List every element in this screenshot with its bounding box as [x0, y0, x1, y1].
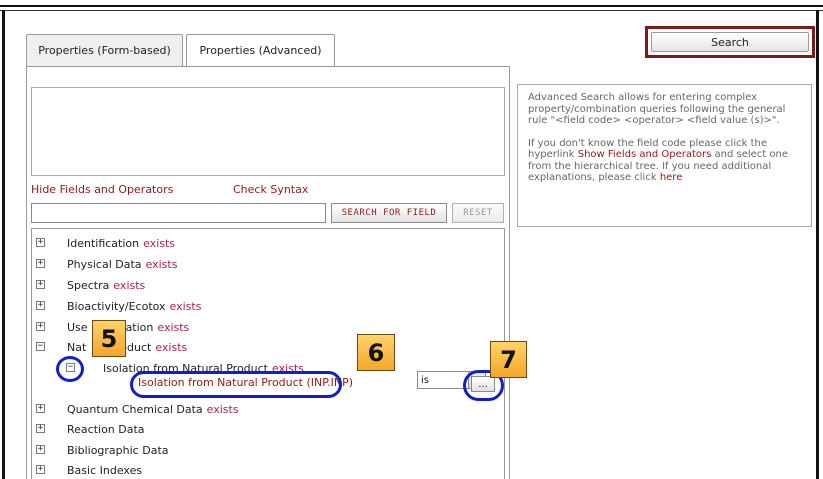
- tree-item-quantum[interactable]: + Quantum Chemical Data exists: [36, 399, 239, 419]
- callout-step-6: 6: [357, 334, 395, 371]
- expand-icon[interactable]: +: [36, 424, 45, 433]
- help-box: Advanced Search allows for entering comp…: [517, 84, 812, 227]
- tree-item-spectra[interactable]: + Spectra exists: [36, 275, 145, 295]
- search-button[interactable]: Search: [651, 32, 809, 52]
- operator-select[interactable]: is: [417, 371, 469, 389]
- tree-item-label: Bioactivity/Ecotox: [67, 299, 166, 313]
- tab-properties-advanced[interactable]: Properties (Advanced): [186, 34, 335, 68]
- tree-item-label: Basic Indexes: [67, 463, 143, 477]
- tree-item-label: Use: [67, 320, 88, 334]
- exists-operator[interactable]: exists: [155, 341, 187, 354]
- tree-item-label: Reaction Data: [67, 422, 145, 436]
- search-for-field-button[interactable]: SEARCH FOR FIELD: [331, 203, 447, 223]
- tree-item-label-tail: ation: [125, 320, 154, 334]
- exists-operator[interactable]: exists: [272, 362, 304, 375]
- exists-operator[interactable]: exists: [146, 258, 178, 271]
- tree-item-isolation[interactable]: − Isolation from Natural Product exists: [66, 358, 304, 378]
- callout-step-7: 7: [490, 341, 527, 378]
- collapse-icon[interactable]: −: [66, 363, 75, 372]
- show-fields-link[interactable]: Show Fields and Operators: [578, 149, 712, 160]
- check-syntax-link[interactable]: Check Syntax: [233, 183, 308, 196]
- tree-item-bibliographic[interactable]: + Bibliographic Data: [36, 440, 169, 460]
- tab-properties-form-based[interactable]: Properties (Form-based): [26, 34, 183, 66]
- tree-item-label: Spectra: [67, 278, 110, 292]
- tree-item-reaction-data[interactable]: + Reaction Data: [36, 419, 145, 439]
- callout-step-5: 5: [92, 320, 126, 357]
- expand-icon[interactable]: +: [36, 259, 45, 268]
- exists-operator[interactable]: exists: [170, 300, 202, 313]
- expand-icon[interactable]: +: [36, 280, 45, 289]
- search-button-highlight: Search: [645, 26, 815, 58]
- field-search-input[interactable]: [31, 203, 326, 223]
- tree-item-basic-indexes[interactable]: + Basic Indexes: [36, 460, 142, 479]
- expand-icon[interactable]: +: [36, 465, 45, 474]
- window-right-border: [816, 10, 819, 479]
- expand-icon[interactable]: +: [36, 445, 45, 454]
- help-here-link[interactable]: here: [660, 172, 683, 183]
- window-top-border: [0, 5, 823, 7]
- exists-operator[interactable]: exists: [143, 237, 175, 250]
- exists-operator[interactable]: exists: [113, 279, 145, 292]
- collapse-icon[interactable]: −: [36, 342, 45, 351]
- tree-item-label: Quantum Chemical Data: [67, 402, 203, 416]
- help-paragraph-1: Advanced Search allows for entering comp…: [528, 92, 786, 126]
- expand-icon[interactable]: +: [36, 301, 45, 310]
- hide-fields-link[interactable]: Hide Fields and Operators: [31, 183, 173, 196]
- tree-item-label: Identification: [67, 236, 140, 250]
- tree-item-physical-data[interactable]: + Physical Data exists: [36, 254, 177, 274]
- tree-item-label: Bibliographic Data: [67, 443, 169, 457]
- value-picker-button[interactable]: ...: [471, 376, 495, 392]
- exists-operator[interactable]: exists: [157, 321, 189, 334]
- tree-item-label: Physical Data: [67, 257, 142, 271]
- query-editor[interactable]: [31, 87, 505, 176]
- tree-item-bioactivity[interactable]: + Bioactivity/Ecotox exists: [36, 296, 201, 316]
- tree-item-identification[interactable]: + Identification exists: [36, 233, 175, 253]
- exists-operator[interactable]: exists: [207, 403, 239, 416]
- field-isolation-inp[interactable]: Isolation from Natural Product (INP.INP): [138, 376, 353, 389]
- tree-item-label: Nat: [67, 340, 87, 354]
- reset-button[interactable]: RESET: [452, 203, 504, 223]
- expand-icon[interactable]: +: [36, 238, 45, 247]
- help-paragraph-2: If you don't know the field code please …: [528, 138, 801, 184]
- expand-icon[interactable]: +: [36, 322, 45, 331]
- tree-item-label: Isolation from Natural Product: [103, 361, 268, 375]
- expand-icon[interactable]: +: [36, 404, 45, 413]
